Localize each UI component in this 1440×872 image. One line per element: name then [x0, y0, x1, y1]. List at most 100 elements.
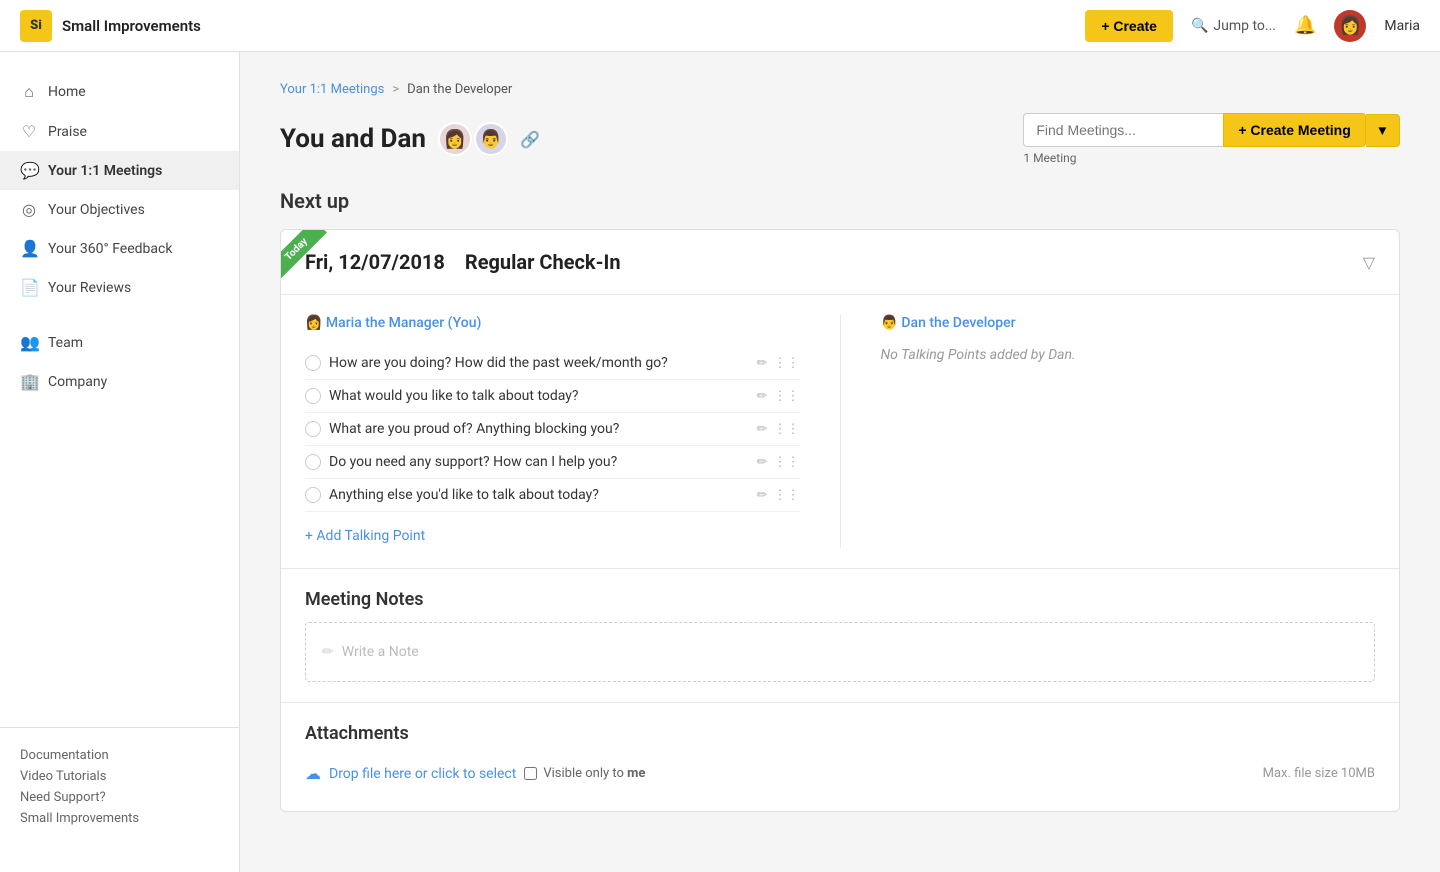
reviews-icon: 📄	[20, 278, 38, 297]
sidebar-item-company[interactable]: 🏢 Company	[0, 362, 239, 401]
today-badge: Today	[281, 230, 327, 280]
page-title-area: You and Dan 👩 👨 🔗	[280, 122, 540, 156]
sidebar-item-label: Your Objectives	[48, 202, 145, 218]
tp-actions: ✏ ⋮⋮	[757, 455, 800, 470]
breadcrumb-parent[interactable]: Your 1:1 Meetings	[280, 82, 384, 97]
feedback-icon: 👤	[20, 239, 38, 258]
notifications-bell[interactable]: 🔔	[1294, 15, 1316, 36]
meeting-count: 1 Meeting	[1023, 151, 1076, 165]
create-meeting-button[interactable]: + Create Meeting	[1223, 113, 1365, 147]
collapse-icon[interactable]: ▽	[1363, 253, 1375, 272]
tp-checkbox[interactable]	[305, 487, 321, 503]
sidebar-item-feedback[interactable]: 👤 Your 360° Feedback	[0, 229, 239, 268]
drop-zone-text[interactable]: Drop file here or click to select	[329, 766, 516, 782]
objectives-icon: ◎	[20, 200, 38, 219]
tp-text: What would you like to talk about today?	[329, 388, 749, 404]
app-name: Small Improvements	[62, 17, 201, 35]
footer-link-support[interactable]: Need Support?	[20, 790, 219, 805]
sidebar-footer: Documentation Video Tutorials Need Suppo…	[0, 727, 239, 852]
breadcrumb-separator: >	[392, 82, 399, 97]
header-right: + Create Meeting ▼ 1 Meeting	[1023, 113, 1400, 165]
avatar: 👩	[1334, 10, 1366, 42]
footer-link-docs[interactable]: Documentation	[20, 748, 219, 763]
notes-input[interactable]: ✏ Write a Note	[305, 622, 1375, 682]
tp-text: How are you doing? How did the past week…	[329, 355, 749, 371]
sidebar-item-home[interactable]: ⌂ Home	[0, 72, 239, 112]
header-actions: + Create Meeting ▼	[1023, 113, 1400, 147]
maria-avatar-icon: 👩	[305, 315, 322, 331]
left-column-header[interactable]: 👩 Maria the Manager (You)	[305, 315, 800, 331]
create-meeting-dropdown[interactable]: ▼	[1366, 114, 1400, 147]
right-column-title: Dan the Developer	[901, 315, 1015, 331]
drag-icon[interactable]: ⋮⋮	[774, 488, 800, 503]
tp-text: What are you proud of? Anything blocking…	[329, 421, 749, 437]
drag-icon[interactable]: ⋮⋮	[774, 356, 800, 371]
nav-brand: Si Small Improvements	[20, 10, 201, 42]
avatar-dan: 👨	[474, 122, 508, 156]
meeting-type: Regular Check-In	[465, 250, 621, 274]
left-column-title: Maria the Manager (You)	[326, 315, 481, 331]
upload-icon: ☁	[305, 764, 321, 783]
add-talking-point-button[interactable]: + Add Talking Point	[305, 524, 800, 548]
columns: 👩 Maria the Manager (You) How are you do…	[305, 315, 1375, 548]
page-layout: ⌂ Home ♡ Praise 💬 Your 1:1 Meetings ◎ Yo…	[0, 52, 1440, 872]
sidebar-item-reviews[interactable]: 📄 Your Reviews	[0, 268, 239, 307]
title-avatars: 👩 👨	[438, 122, 508, 156]
sidebar-item-label: Your 1:1 Meetings	[48, 163, 162, 179]
sidebar-item-label: Company	[48, 374, 107, 390]
find-meetings-input[interactable]	[1023, 113, 1223, 147]
talking-point: Do you need any support? How can I help …	[305, 446, 800, 479]
visible-only-option: Visible only to me	[524, 766, 645, 781]
sidebar-item-praise[interactable]: ♡ Praise	[0, 112, 239, 151]
drop-zone-left: ☁ Drop file here or click to select Visi…	[305, 764, 645, 783]
drag-icon[interactable]: ⋮⋮	[774, 389, 800, 404]
visible-only-checkbox[interactable]	[524, 767, 537, 780]
edit-icon[interactable]: ✏	[757, 389, 768, 404]
sidebar-item-team[interactable]: 👥 Team	[0, 323, 239, 362]
tp-checkbox[interactable]	[305, 421, 321, 437]
app-logo: Si	[20, 10, 52, 42]
meeting-card: Today Fri, 12/07/2018 Regular Check-In ▽…	[280, 229, 1400, 812]
file-size-label: Max. file size 10MB	[1263, 766, 1375, 781]
dan-avatar-icon: 👨	[881, 315, 898, 331]
tp-text: Anything else you'd like to talk about t…	[329, 487, 749, 503]
tp-checkbox[interactable]	[305, 355, 321, 371]
meetings-icon: 💬	[20, 161, 38, 180]
drop-zone: ☁ Drop file here or click to select Visi…	[305, 756, 1375, 791]
drag-icon[interactable]: ⋮⋮	[774, 422, 800, 437]
breadcrumb-current: Dan the Developer	[407, 82, 512, 97]
edit-icon[interactable]: ✏	[757, 488, 768, 503]
team-icon: 👥	[20, 333, 38, 352]
footer-link-videos[interactable]: Video Tutorials	[20, 769, 219, 784]
footer-link-si[interactable]: Small Improvements	[20, 811, 219, 826]
praise-icon: ♡	[20, 122, 38, 141]
page-header: You and Dan 👩 👨 🔗 + Create Meeting ▼ 1 M…	[280, 113, 1400, 165]
sidebar-item-label: Home	[48, 84, 86, 100]
sidebar-item-meetings[interactable]: 💬 Your 1:1 Meetings	[0, 151, 239, 190]
sidebar-item-label: Your Reviews	[48, 280, 131, 296]
right-column-header[interactable]: 👨 Dan the Developer	[881, 315, 1376, 331]
no-talking-points: No Talking Points added by Dan.	[881, 347, 1076, 363]
top-navigation: Si Small Improvements + Create 🔍 Jump to…	[0, 0, 1440, 52]
create-button[interactable]: + Create	[1085, 10, 1173, 42]
edit-icon[interactable]: ✏	[757, 455, 768, 470]
sidebar-item-objectives[interactable]: ◎ Your Objectives	[0, 190, 239, 229]
drag-icon[interactable]: ⋮⋮	[774, 455, 800, 470]
talking-point: Anything else you'd like to talk about t…	[305, 479, 800, 512]
tp-checkbox[interactable]	[305, 388, 321, 404]
jump-to-button[interactable]: 🔍 Jump to...	[1191, 18, 1276, 34]
edit-icon[interactable]: ✏	[757, 422, 768, 437]
tp-actions: ✏ ⋮⋮	[757, 389, 800, 404]
today-ribbon: Today	[281, 230, 341, 290]
notes-placeholder: Write a Note	[342, 644, 419, 660]
page-title: You and Dan	[280, 124, 426, 154]
meeting-notes-section: Meeting Notes ✏ Write a Note	[281, 568, 1399, 702]
pencil-icon: ✏	[322, 644, 334, 660]
edit-icon[interactable]: ✏	[757, 356, 768, 371]
search-icon: 🔍	[1191, 18, 1208, 34]
left-column: 👩 Maria the Manager (You) How are you do…	[305, 315, 841, 548]
link-icon[interactable]: 🔗	[520, 130, 540, 149]
tp-checkbox[interactable]	[305, 454, 321, 470]
company-icon: 🏢	[20, 372, 38, 391]
tp-actions: ✏ ⋮⋮	[757, 422, 800, 437]
